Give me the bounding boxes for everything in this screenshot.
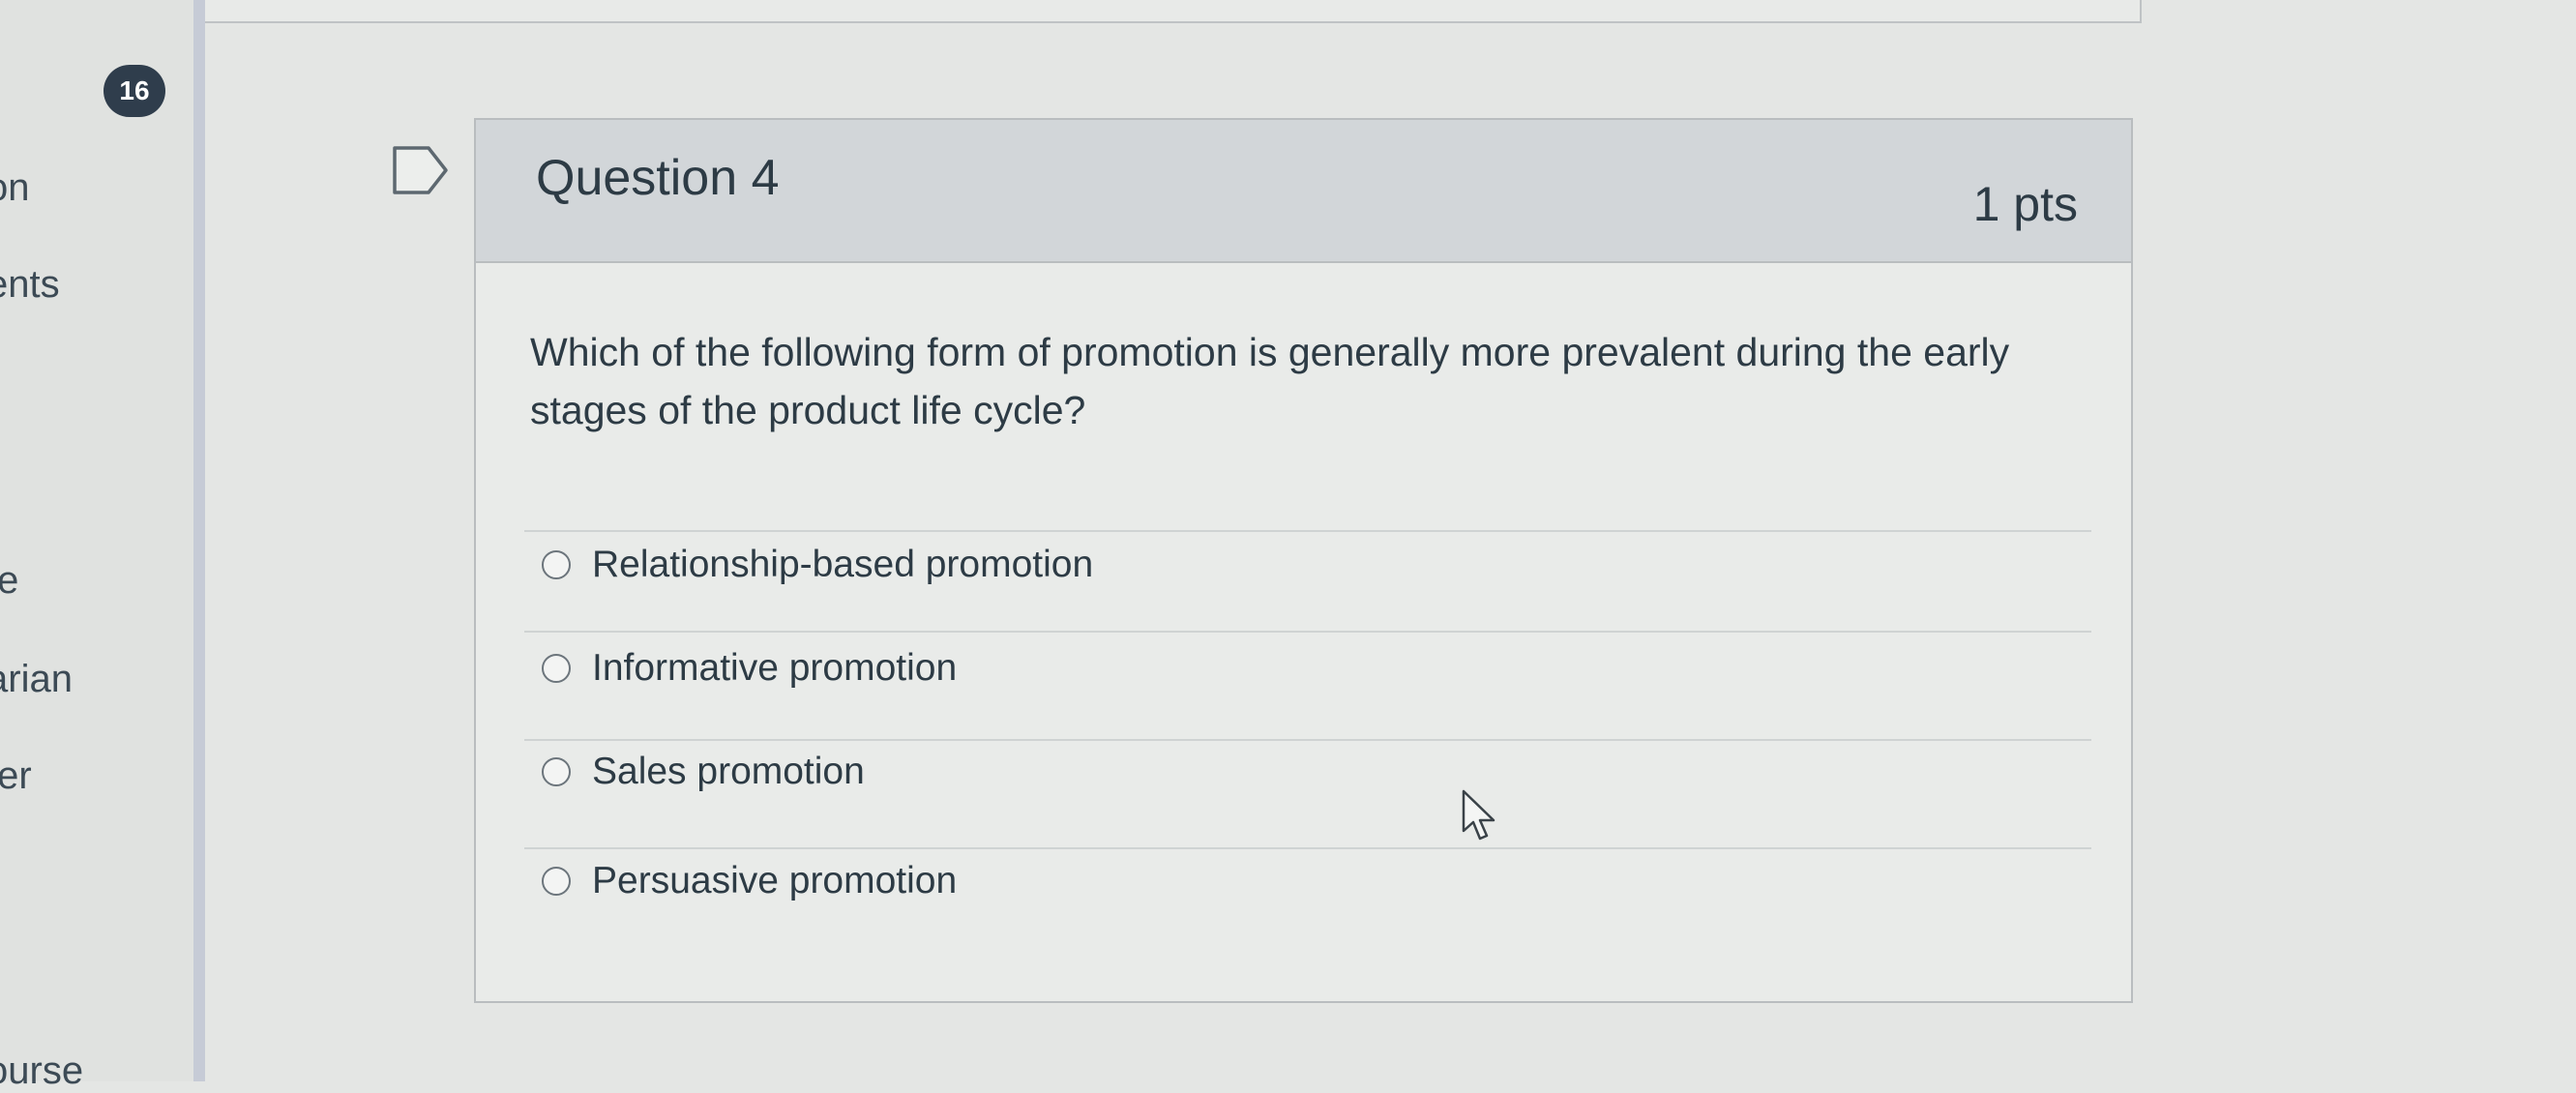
answer-label[interactable]: Persuasive promotion <box>592 860 957 902</box>
nav-item-2[interactable]: ents <box>0 263 60 307</box>
question-card: Question 4 1 pts Which of the following … <box>474 118 2133 1003</box>
unread-count-badge: 16 <box>104 65 165 117</box>
nav-item-4[interactable]: arian <box>0 658 73 701</box>
mouse-pointer-icon <box>1462 789 1495 841</box>
answer-label[interactable]: Informative promotion <box>592 647 957 690</box>
radio-button[interactable] <box>542 550 571 579</box>
navigation-divider <box>193 0 205 1081</box>
question-header: Question 4 1 pts <box>476 120 2131 263</box>
course-navigation: 16 on ents te arian ter ourse <box>0 0 193 1092</box>
nav-item-3[interactable]: te <box>0 559 18 603</box>
radio-button[interactable] <box>542 757 571 786</box>
radio-button[interactable] <box>542 867 571 896</box>
nav-item-5[interactable]: ter <box>0 754 32 798</box>
radio-button[interactable] <box>542 654 571 683</box>
answer-divider <box>524 631 2091 633</box>
answer-divider <box>524 530 2091 532</box>
answer-label[interactable]: Sales promotion <box>592 751 865 793</box>
question-points: 1 pts <box>1972 177 2078 231</box>
flag-icon[interactable] <box>392 145 450 195</box>
answer-option[interactable]: Sales promotion <box>542 751 865 793</box>
top-panel-edge <box>205 0 2142 23</box>
answer-divider <box>524 847 2091 849</box>
question-title: Question 4 <box>536 150 780 206</box>
nav-item-1[interactable]: on <box>0 166 30 210</box>
answer-divider <box>524 739 2091 741</box>
answer-option[interactable]: Persuasive promotion <box>542 860 957 902</box>
answer-option[interactable]: Informative promotion <box>542 647 957 690</box>
question-text: Which of the following form of promotion… <box>530 330 2010 432</box>
nav-item-6[interactable]: ourse <box>0 1049 83 1093</box>
answer-option[interactable]: Relationship-based promotion <box>542 544 1093 586</box>
answer-label[interactable]: Relationship-based promotion <box>592 544 1093 586</box>
